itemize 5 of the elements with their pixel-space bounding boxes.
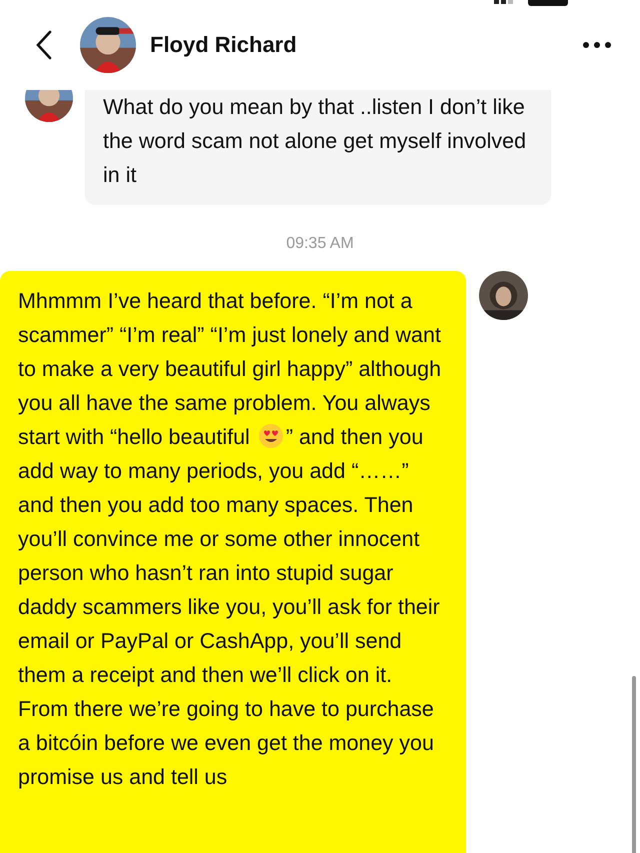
contact-name: Floyd Richard [150,32,298,58]
message-bubble: Mhmmm I’ve heard that before. “I’m not a scammer” “I’m real” “I’m just lonely and want to make a very beautiful girl happy” although you all have the same problem. You always start with “hello beautiful ” and then you add way to many periods, you add “……” and then you add too many spaces. Then you’ll convince me or some other innocent person who hasn’t ran into stupid sugar daddy scammers like you, you’ll ask for their email or PayPal or CashApp, you’ll send them a receipt and then we’ll click on it. From there we’re going to have to purchase a bitcóin before we even get the money you promise us and tell us [0,271,466,853]
more-options-button[interactable] [582,41,612,49]
heart-eyes-face-icon [258,423,284,449]
message-timestamp: 09:35 AM [286,235,354,254]
